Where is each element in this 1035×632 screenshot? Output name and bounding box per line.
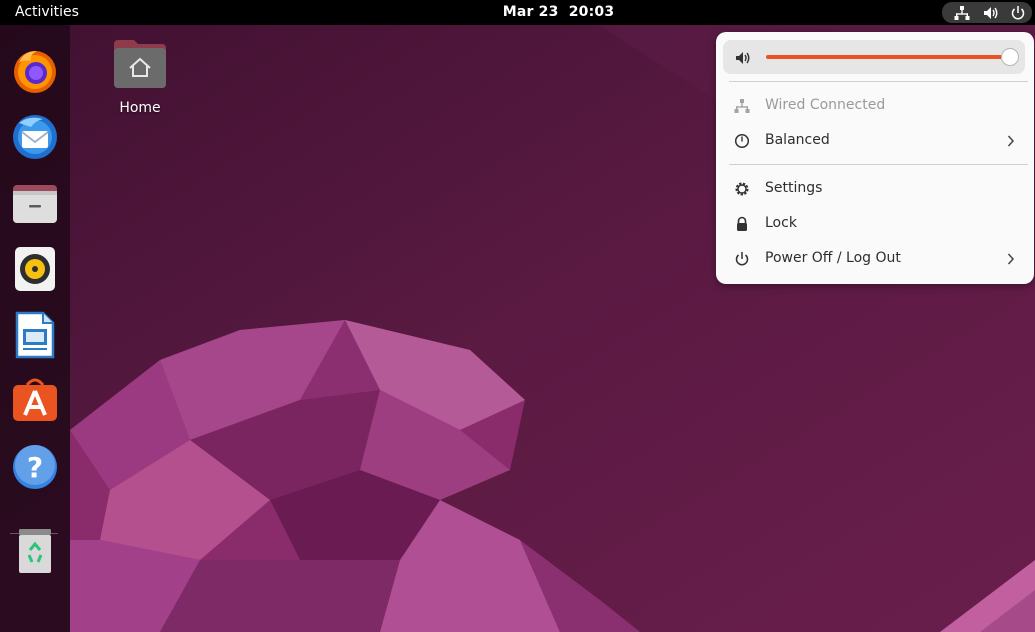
system-indicators[interactable] [942,2,1032,23]
volume-icon [984,7,998,19]
desktop-home-icon[interactable]: Home [100,34,180,124]
power-icon [1011,6,1025,20]
svg-text:?: ? [27,451,43,484]
network-icon [954,6,970,20]
rhythmbox-icon[interactable] [9,243,61,295]
software-icon[interactable] [9,375,61,427]
menu-item-label: Balanced [765,132,830,148]
gear-icon [735,182,749,196]
help-icon[interactable]: ? [9,441,61,493]
menu-item-label: Wired Connected [765,97,886,113]
power-icon [735,252,749,266]
dock: ? [0,25,70,632]
top-bar: Activities Mar 23 20:03 [0,0,1035,25]
clock-time: 20:03 [568,4,615,20]
menu-item-lock[interactable]: Lock [716,207,1034,241]
volume-icon [736,52,750,64]
menu-item-label: Power Off / Log Out [765,250,901,266]
volume-row [723,40,1025,74]
power-profile-icon [734,133,750,149]
menu-item-wired[interactable]: Wired Connected [716,89,1034,123]
home-label: Home [119,100,161,116]
volume-slider-knob[interactable] [1001,48,1019,66]
network-wired-icon [734,99,750,113]
clock-date: Mar 23 [502,4,559,20]
folder-home-icon [114,40,166,88]
system-menu: Wired Connected Balanced Settings Lock P… [716,32,1034,284]
writer-icon[interactable] [9,309,61,361]
lock-icon [737,216,747,231]
menu-item-label: Lock [765,215,797,231]
clock-button[interactable]: Mar 23 20:03 [0,4,1035,20]
thunderbird-icon[interactable] [9,111,61,163]
menu-separator [729,164,1028,165]
trash-icon[interactable] [9,525,61,577]
volume-slider-fill [766,55,1009,59]
firefox-icon[interactable] [9,45,61,97]
menu-item-power-profile[interactable]: Balanced [716,124,1034,158]
volume-slider[interactable] [766,48,1019,66]
menu-item-power-off[interactable]: Power Off / Log Out [716,242,1034,276]
menu-item-settings[interactable]: Settings [716,172,1034,206]
files-icon[interactable] [9,177,61,229]
menu-separator [729,81,1028,82]
chevron-right-icon [1007,135,1015,147]
chevron-right-icon [1007,253,1015,265]
menu-item-label: Settings [765,180,823,196]
